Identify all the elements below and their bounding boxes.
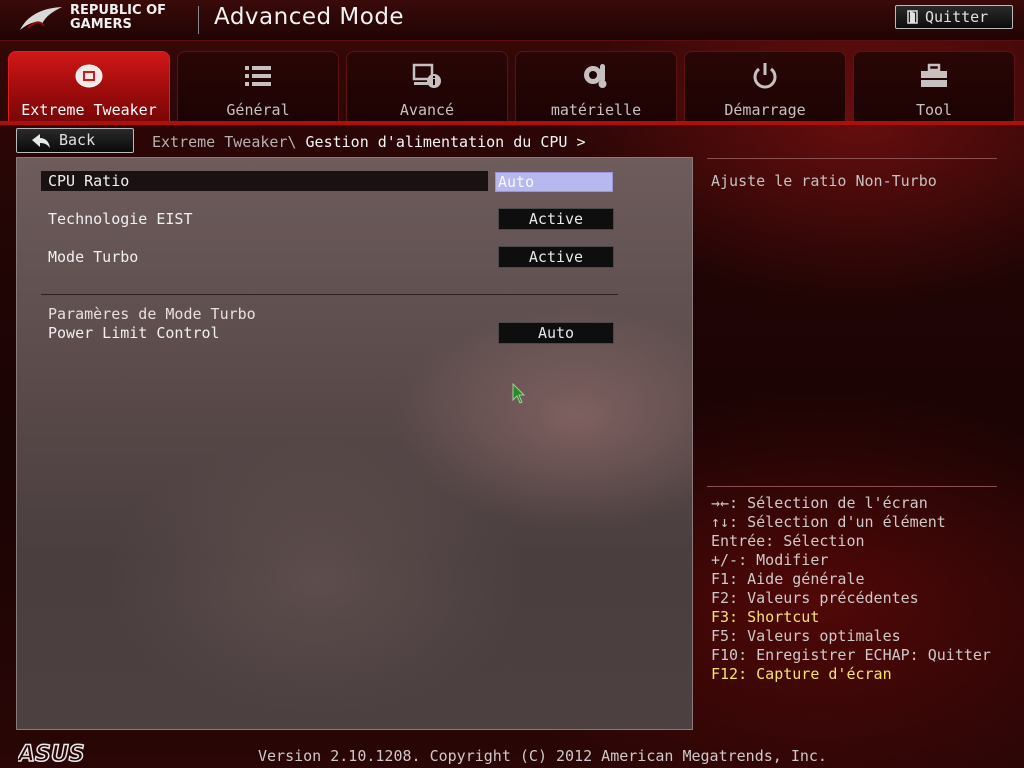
tab-label: Avancé	[399, 101, 455, 119]
header-bar: REPUBLIC OF GAMERS Advanced Mode Quitter	[0, 0, 1024, 41]
tab-tool[interactable]: Tool	[853, 51, 1015, 121]
quit-button[interactable]: Quitter	[895, 5, 1013, 29]
tab-avance[interactable]: Avancé	[346, 51, 508, 121]
setting-label-turbo-mode[interactable]: Mode Turbo	[48, 248, 138, 266]
version-copyright-text: Version 2.10.1208. Copyright (C) 2012 Am…	[258, 747, 827, 765]
brand-line-2: GAMERS	[70, 17, 132, 32]
breadcrumb-current: Gestion d'alimentation du CPU >	[296, 133, 586, 151]
help-top-divider	[707, 158, 997, 159]
exit-door-icon	[907, 10, 918, 24]
setting-value-eist[interactable]: Active	[498, 208, 614, 230]
setting-value-turbo-mode[interactable]: Active	[498, 246, 614, 268]
breadcrumb: Extreme Tweaker\ Gestion d'alimentation …	[152, 133, 585, 151]
help-description: Ajuste le ratio Non-Turbo	[711, 172, 937, 190]
setting-value-power-limit[interactable]: Auto	[498, 322, 614, 344]
setting-label-eist[interactable]: Technologie EIST	[48, 210, 193, 228]
shortcut-item: F5: Valeurs optimales	[711, 627, 901, 645]
setting-label-cpu-ratio[interactable]: CPU Ratio	[48, 172, 129, 190]
setting-value-cpu-ratio[interactable]: Auto	[495, 172, 613, 192]
toolbox-icon	[921, 63, 947, 87]
shortcut-item: F10: Enregistrer ECHAP: Quitter	[711, 646, 991, 664]
shortcut-item: +/-: Modifier	[711, 551, 829, 569]
rog-logo-icon	[20, 7, 62, 30]
power-icon	[753, 63, 777, 89]
rog-brand-text: REPUBLIC OF GAMERS	[70, 4, 190, 32]
section-heading-turbo: Paramères de Mode Turbo	[48, 305, 256, 323]
setting-label-power-limit[interactable]: Power Limit Control	[48, 324, 220, 342]
title-divider	[198, 6, 199, 34]
shortcut-item: ↑↓: Sélection d'un élément	[711, 513, 946, 531]
thermometer-gear-icon	[584, 64, 607, 88]
shortcut-item-f3[interactable]: F3: Shortcut	[711, 608, 991, 627]
shortcut-list: →←: Sélection de l'écran ↑↓: Sélection d…	[711, 494, 991, 684]
svg-text:ASUS: ASUS	[18, 742, 85, 764]
mouse-cursor-icon	[512, 383, 526, 404]
back-button-label: Back	[59, 131, 96, 149]
section-divider	[41, 294, 618, 295]
tab-extreme-tweaker[interactable]: Extreme Tweaker	[8, 51, 170, 121]
tab-label: matérielle	[550, 101, 642, 119]
shortcut-item: →←: Sélection de l'écran	[711, 494, 928, 512]
help-mid-divider	[707, 486, 997, 487]
asus-logo-icon: ASUS	[18, 742, 85, 764]
shortcut-item: F2: Valeurs précédentes	[711, 589, 919, 607]
shortcut-item: Entrée: Sélection	[711, 532, 865, 550]
tab-label: Tool	[915, 101, 953, 119]
cpu-fan-icon	[75, 64, 103, 88]
back-button[interactable]: Back	[16, 128, 134, 153]
settings-panel: CPU Ratio Auto Technologie EIST Active M…	[16, 157, 693, 730]
quit-button-label: Quitter	[925, 8, 989, 26]
shortcut-item: F1: Aide générale	[711, 570, 865, 588]
tab-label: Extreme Tweaker	[21, 101, 157, 119]
breadcrumb-parent[interactable]: Extreme Tweaker\	[152, 133, 297, 151]
tab-demarrage[interactable]: Démarrage	[684, 51, 846, 121]
list-icon	[245, 66, 271, 86]
tab-general[interactable]: Général	[177, 51, 339, 121]
page-title: Advanced Mode	[214, 4, 405, 30]
tabbar-underline	[0, 121, 1024, 125]
advanced-info-icon	[412, 63, 441, 88]
tab-materielle[interactable]: matérielle	[515, 51, 677, 121]
tab-label: Démarrage	[724, 101, 806, 119]
back-arrow-icon	[32, 134, 50, 148]
brand-line-1: REPUBLIC OF	[70, 3, 167, 18]
tab-label: Général	[226, 101, 290, 119]
shortcut-item-f12[interactable]: F12: Capture d'écran	[711, 665, 991, 684]
